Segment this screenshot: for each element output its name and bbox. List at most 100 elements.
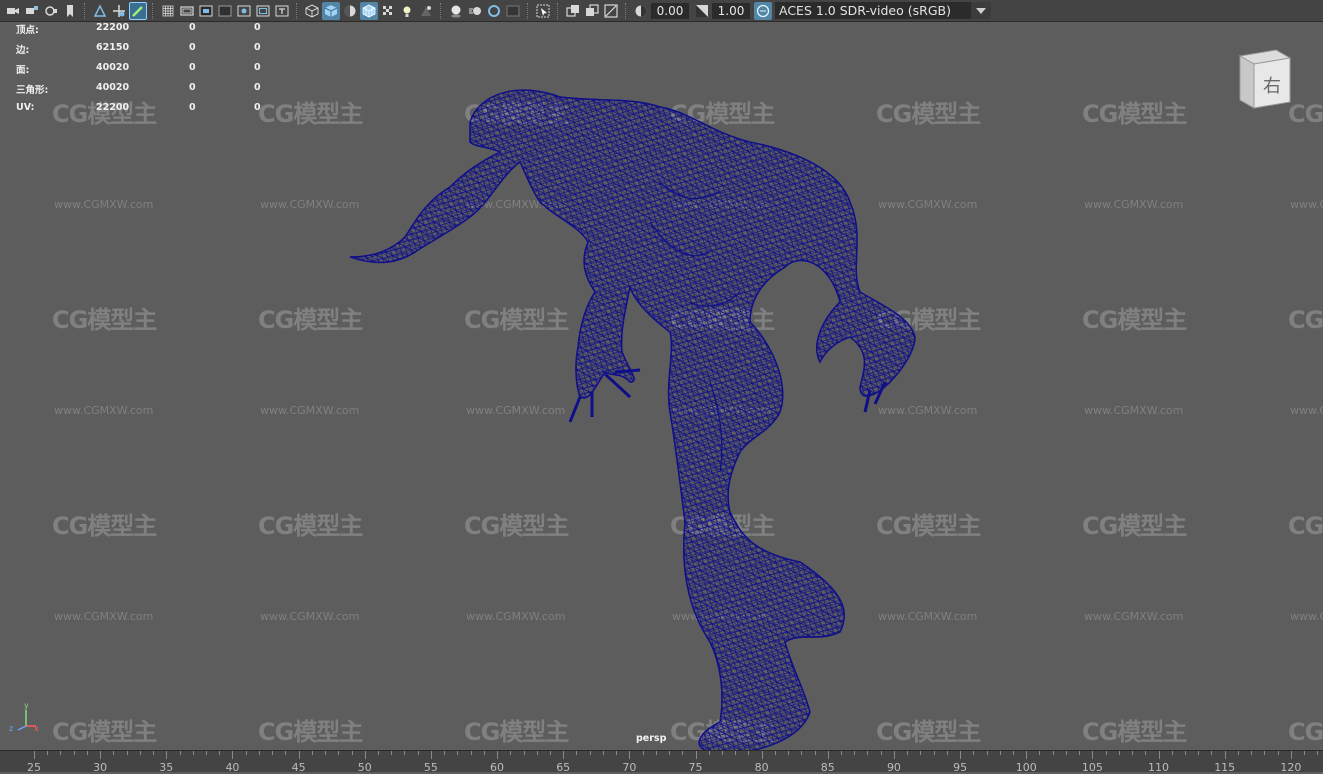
timeline-tick-mark [510, 751, 512, 755]
camera-attributes-icon[interactable] [23, 2, 41, 20]
watermark-logo: CG模型主 [52, 512, 157, 540]
timeline-tick-mark [880, 751, 882, 755]
ambient-occlusion-icon[interactable] [447, 2, 465, 20]
grease-pencil-icon[interactable] [129, 1, 147, 20]
timeline-tick-label: 100 [1015, 761, 1037, 774]
timeline-tick-mark [1224, 751, 1226, 759]
timeline-tick-mark [100, 751, 102, 759]
depth-of-field-icon[interactable] [504, 2, 522, 20]
field-chart-icon[interactable] [235, 2, 253, 20]
timeline-tick-label: 115 [1214, 761, 1236, 774]
gamma-icon[interactable] [693, 2, 711, 20]
timeline-tick-mark [933, 751, 935, 755]
timeline-tick-mark [867, 751, 869, 755]
lighting-icon[interactable] [398, 2, 416, 20]
view-transform-label: ACES 1.0 SDR-video (sRGB) [779, 3, 951, 18]
timeline-tick-mark [1237, 751, 1239, 755]
camera-icon[interactable] [4, 2, 22, 20]
image-plane-icon[interactable] [91, 2, 109, 20]
timeline-tick-mark [602, 751, 604, 755]
xray-joints-icon[interactable] [602, 2, 620, 20]
toolbar-separator [527, 2, 530, 19]
hud-label: UV: [16, 102, 35, 113]
color-management-icon[interactable] [754, 1, 772, 20]
bookmark-camera-icon[interactable] [42, 2, 60, 20]
timeline-tick-mark [325, 751, 327, 755]
timeline-tick-label: 120 [1280, 761, 1302, 774]
timeline-tick-mark [298, 751, 300, 759]
timeline-tick-mark [1251, 751, 1253, 755]
toolbar-separator [625, 2, 628, 19]
safe-title-icon[interactable] [273, 2, 291, 20]
timeline-tick-label: 85 [820, 761, 835, 774]
xray-active-components-icon[interactable] [583, 2, 601, 20]
shadows-icon[interactable] [417, 2, 435, 20]
timeline-tick-mark [695, 751, 697, 759]
timeline-tick-mark [179, 751, 181, 755]
grid-icon[interactable] [159, 2, 177, 20]
xray-icon[interactable] [564, 2, 582, 20]
timeline-tick-label: 30 [93, 761, 108, 774]
watermark-url: www.CGMXW.com [1084, 404, 1184, 417]
timeline-tick-label: 75 [688, 761, 703, 774]
timeline-tick-mark [708, 751, 710, 755]
anti-aliasing-icon[interactable] [485, 2, 503, 20]
resolution-gate-icon[interactable] [197, 2, 215, 20]
safe-action-icon[interactable] [254, 2, 272, 20]
view-cube-face-label: 右 [1263, 76, 1281, 97]
timeline-tick-mark [232, 751, 234, 759]
motion-blur-icon[interactable] [466, 2, 484, 20]
timeline-tick-mark [285, 751, 287, 755]
timeline-tick-mark [616, 751, 618, 755]
timeline-tick-mark [907, 751, 909, 755]
timeline-tick-mark [973, 751, 975, 755]
watermark-url: www.CGMXW.com [54, 198, 154, 211]
chevron-down-icon[interactable] [971, 2, 991, 19]
axis-y-label: y [24, 701, 29, 710]
timeline-tick-mark [999, 751, 1001, 755]
gate-mask-icon[interactable] [216, 2, 234, 20]
timeline-tick-mark [404, 751, 406, 755]
timeline-tick-mark [814, 751, 816, 755]
wireframe-icon[interactable] [303, 2, 321, 20]
timeline-tick-mark [219, 751, 221, 755]
timeline-tick-mark [1079, 751, 1081, 755]
time-slider[interactable]: 25 30 35 40 45 50 55 60 65 70 75 80 85 90 95 100 105 110 1… [0, 750, 1323, 774]
hud-v2: 0 [189, 62, 196, 73]
wireframe-model[interactable] [330, 52, 930, 750]
isolate-select-icon[interactable] [534, 2, 552, 20]
toolbar-separator [84, 2, 87, 19]
wireframe-on-shaded-icon[interactable] [360, 1, 378, 20]
perspective-viewport[interactable]: CG模型主 CG模型主 CG模型主 CG模型主 www.CGMXW.com www.CGM… [0, 22, 1323, 750]
exposure-field[interactable]: 0.00 [651, 2, 689, 19]
timeline-tick-mark [721, 751, 723, 755]
watermark-logo: CG模型主 [1082, 512, 1187, 540]
watermark-logo: CG模型主 [1288, 718, 1323, 746]
timeline-tick-mark [60, 751, 62, 755]
bookmark-icon[interactable] [61, 2, 79, 20]
timeline-tick-mark [960, 751, 962, 759]
timeline-tick-mark [1118, 751, 1120, 755]
view-cube[interactable]: 右 [1226, 48, 1294, 116]
hud-row: 面: 40020 0 0 [16, 62, 276, 82]
film-gate-icon[interactable] [178, 2, 196, 20]
hud-row: 顶点: 22200 0 0 [16, 22, 276, 42]
default-material-icon[interactable] [341, 2, 359, 20]
gamma-field[interactable]: 1.00 [712, 2, 750, 19]
hud-v2: 0 [189, 82, 196, 93]
2d-pan-zoom-icon[interactable] [110, 2, 128, 20]
hud-v3: 0 [254, 42, 261, 53]
hud-label: 顶点: [16, 25, 39, 36]
toolbar-separator [296, 2, 299, 19]
timeline-tick-label: 95 [953, 761, 968, 774]
watermark-url: www.CGMXW.com [1084, 198, 1184, 211]
timeline-tick-label: 45 [291, 761, 306, 774]
timeline-tick-mark [549, 751, 551, 755]
smooth-shade-icon[interactable] [322, 1, 340, 20]
textured-icon[interactable] [379, 2, 397, 20]
exposure-icon[interactable] [632, 2, 650, 20]
hud-v2: 0 [189, 42, 196, 53]
timeline-tick-mark [986, 751, 988, 755]
timeline-tick-mark [1304, 751, 1306, 755]
view-transform-dropdown[interactable]: ACES 1.0 SDR-video (sRGB) [775, 2, 991, 19]
